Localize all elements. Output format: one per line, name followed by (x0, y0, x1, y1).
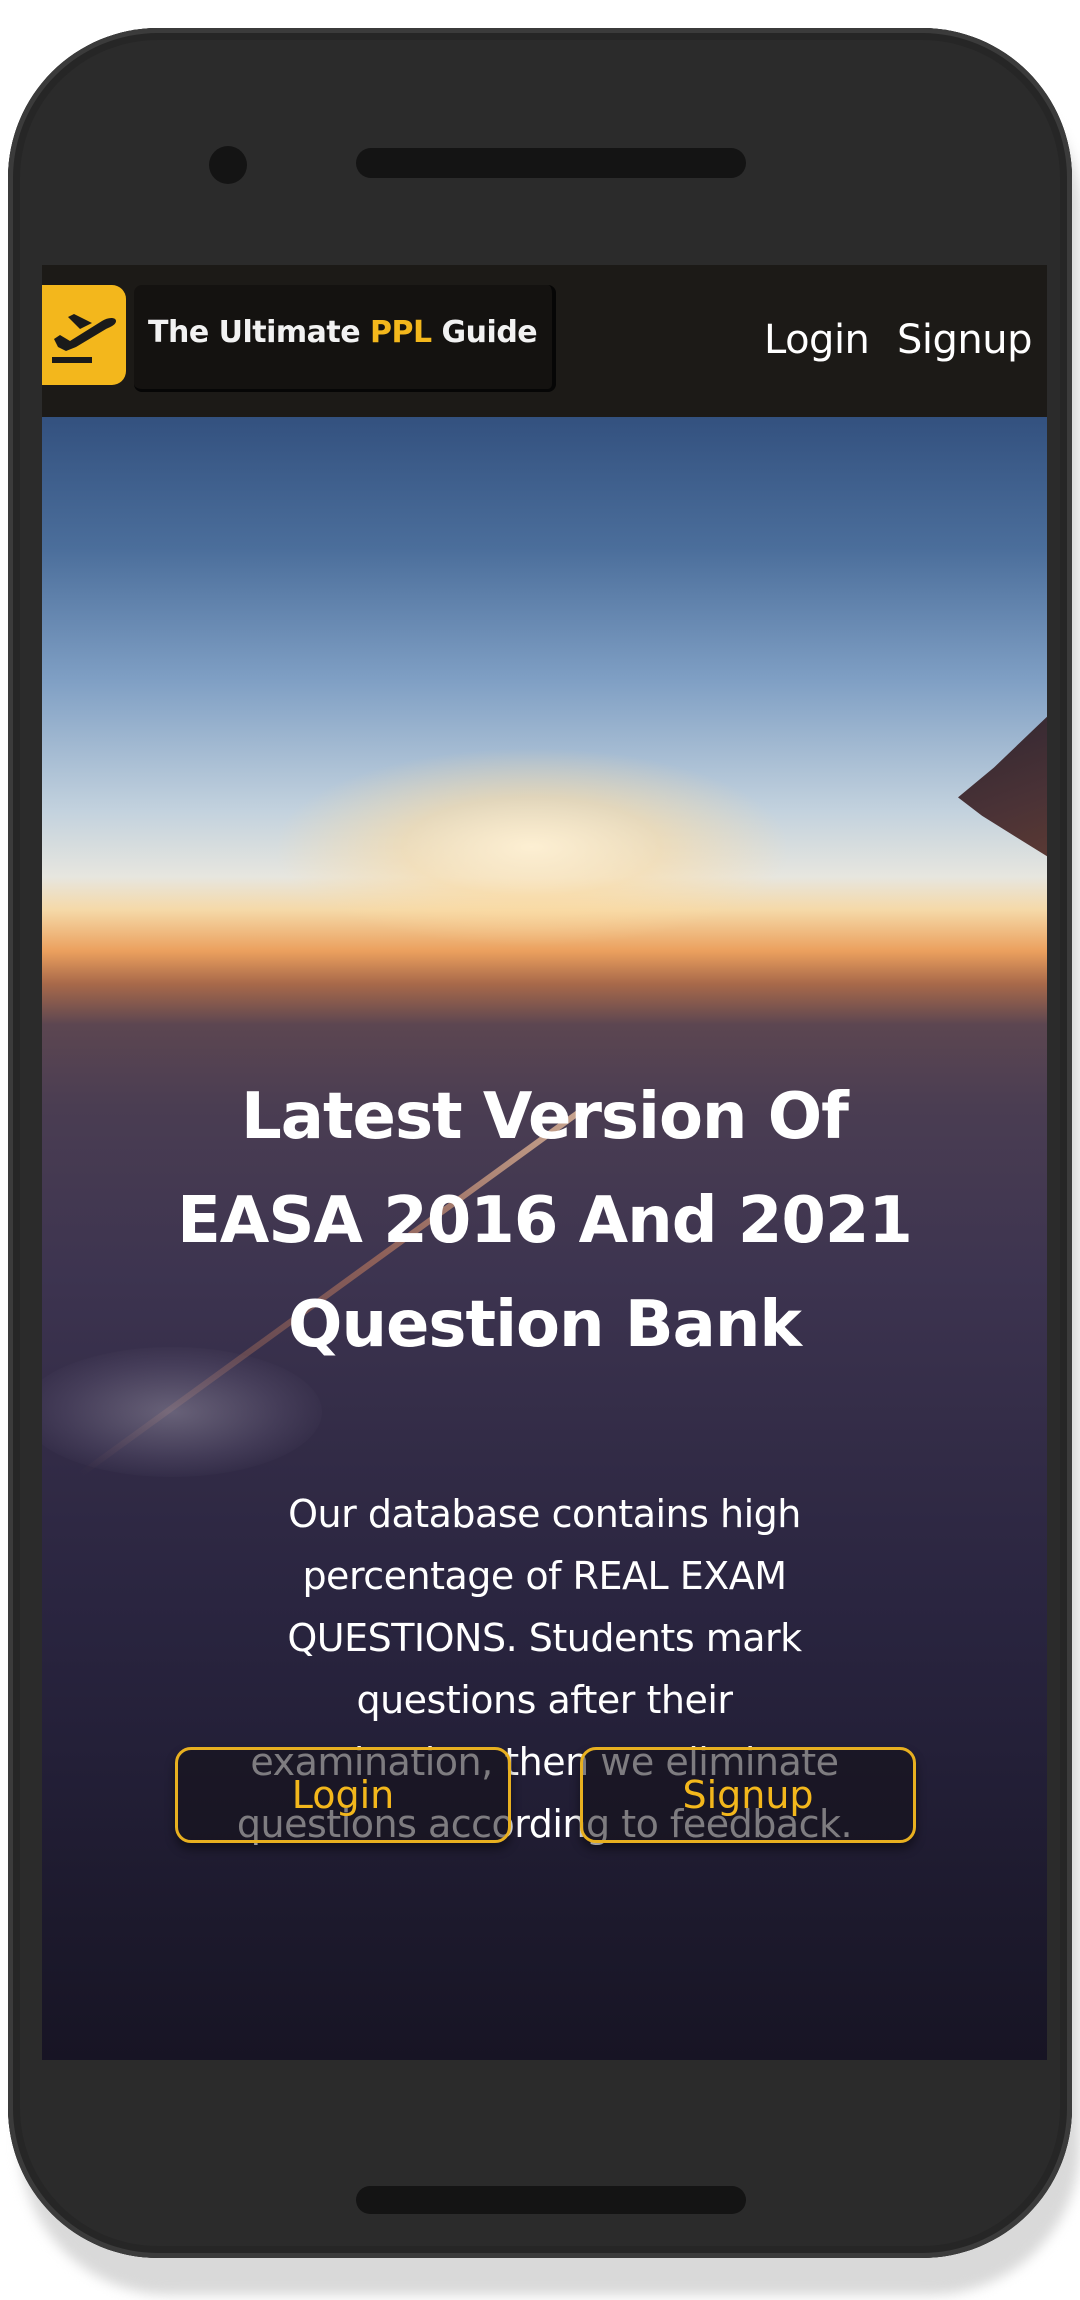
nav-signup-link[interactable]: Signup (897, 317, 1033, 363)
front-camera (209, 146, 247, 184)
hero-signup-button[interactable]: Signup (580, 1747, 916, 1843)
hero-login-button[interactable]: Login (175, 1747, 511, 1843)
aircraft-wing (958, 687, 1047, 876)
hero-title: Latest Version Of EASA 2016 And 2021 Que… (177, 1080, 913, 1362)
app-screen: The Ultimate PPL Guide Login Signup Late… (42, 265, 1047, 2060)
airplane-departure-icon[interactable] (42, 285, 126, 385)
top-navbar: The Ultimate PPL Guide Login Signup (42, 265, 1047, 417)
earpiece-speaker (356, 148, 746, 178)
bottom-speaker (356, 2186, 746, 2214)
brand-name: The Ultimate PPL Guide (148, 315, 538, 350)
nav-login-link[interactable]: Login (764, 317, 870, 363)
sunrise-glow (272, 747, 792, 947)
brand-logo[interactable]: The Ultimate PPL Guide (134, 285, 556, 392)
